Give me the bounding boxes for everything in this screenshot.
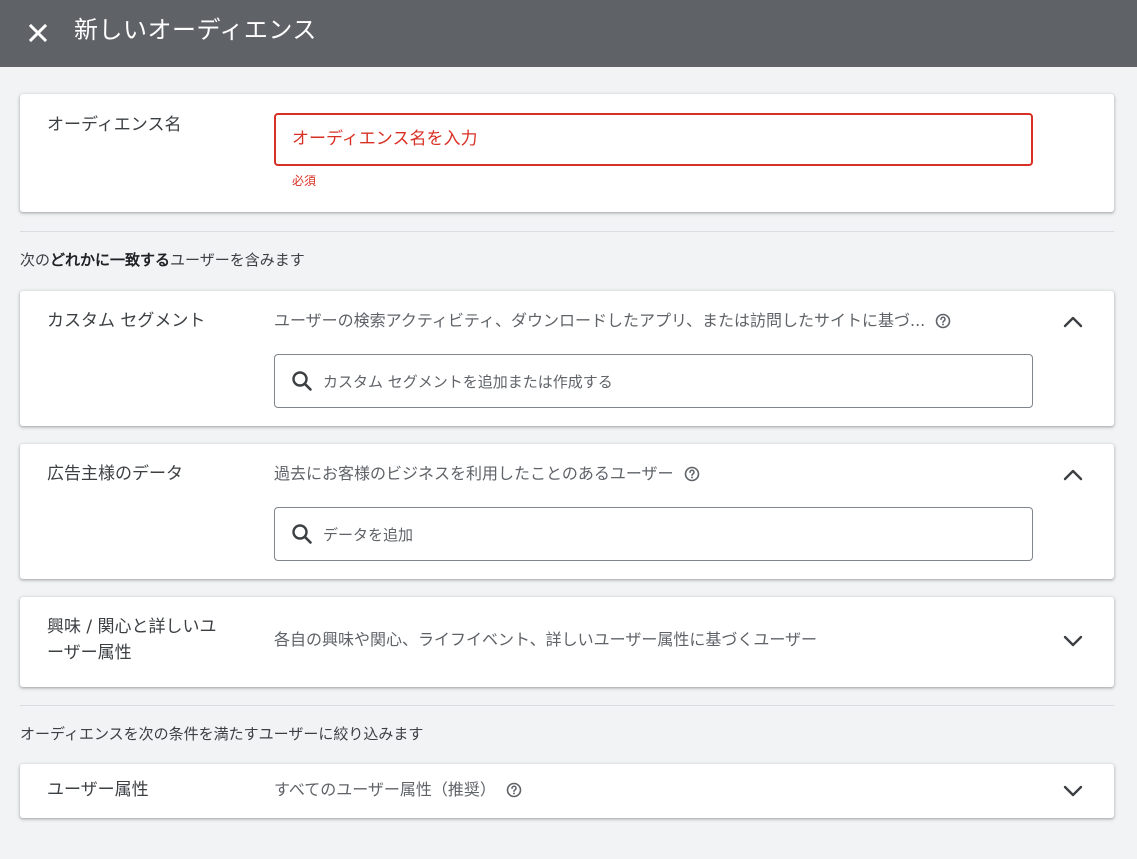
divider	[20, 231, 1114, 232]
demographics-description: すべてのユーザー属性（推奨）	[274, 777, 524, 803]
help-icon[interactable]	[933, 311, 953, 331]
audience-name-input[interactable]: オーディエンス名を入力	[274, 113, 1033, 166]
top-bar: 新しいオーディエンス	[0, 0, 1137, 67]
search-icon	[292, 371, 312, 391]
expand-chevron-down-icon[interactable]	[1060, 778, 1086, 804]
advertiser-data-card: 広告主様のデータ 過去にお客様のビジネスを利用したことのあるユーザー データを追…	[20, 444, 1114, 579]
collapse-chevron-up-icon[interactable]	[1060, 462, 1086, 488]
include-section-heading: 次のどれかに一致するユーザーを含みます	[20, 251, 305, 269]
narrow-section-heading: オーディエンスを次の条件を満たすユーザーに絞り込みます	[20, 725, 424, 743]
audience-name-card: オーディエンス名 オーディエンス名を入力 必須	[20, 94, 1114, 212]
custom-segments-label: カスタム セグメント	[47, 311, 206, 331]
help-icon[interactable]	[682, 464, 702, 484]
collapse-chevron-up-icon[interactable]	[1060, 309, 1086, 335]
close-icon	[29, 24, 47, 42]
interests-description: 各自の興味や関心、ライフイベント、詳しいユーザー属性に基づくユーザー	[274, 630, 818, 649]
divider	[20, 705, 1114, 706]
audience-name-label: オーディエンス名	[47, 115, 182, 135]
interests-card[interactable]: 興味 / 関心と詳しいユ ーザー属性 各自の興味や関心、ライフイベント、詳しいユ…	[20, 597, 1114, 687]
search-placeholder: カスタム セグメントを追加または作成する	[323, 372, 613, 391]
advertiser-data-description: 過去にお客様のビジネスを利用したことのあるユーザー	[274, 461, 702, 487]
advertiser-data-search-input[interactable]: データを追加	[274, 507, 1033, 561]
close-button[interactable]	[22, 17, 54, 49]
expand-chevron-down-icon[interactable]	[1060, 628, 1086, 654]
custom-segments-search-input[interactable]: カスタム セグメントを追加または作成する	[274, 354, 1033, 408]
custom-segments-description: ユーザーの検索アクティビティ、ダウンロードしたアプリ、または訪問したサイトに基づ…	[274, 308, 953, 334]
required-error-text: 必須	[292, 174, 317, 188]
demographics-label: ユーザー属性	[47, 780, 149, 800]
page-title: 新しいオーディエンス	[74, 16, 317, 44]
search-icon	[292, 524, 312, 544]
demographics-card[interactable]: ユーザー属性 すべてのユーザー属性（推奨）	[20, 764, 1114, 818]
help-icon[interactable]	[504, 780, 524, 800]
advertiser-data-label: 広告主様のデータ	[47, 464, 183, 484]
search-placeholder: データを追加	[323, 525, 414, 544]
custom-segments-card: カスタム セグメント ユーザーの検索アクティビティ、ダウンロードしたアプリ、また…	[20, 291, 1114, 426]
interests-label: 興味 / 関心と詳しいユ ーザー属性	[47, 617, 217, 663]
